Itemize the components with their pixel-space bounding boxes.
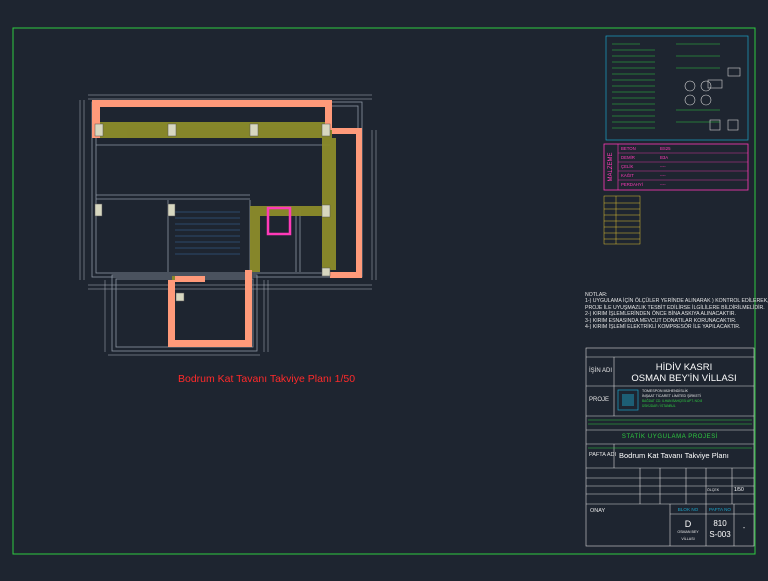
project-label: PROJE — [589, 397, 610, 403]
legend-panel — [605, 35, 749, 141]
note-line-1: 1-) UYGULAMA İÇİN ÖLÇÜLER YERİNDE ALINAR… — [585, 298, 768, 305]
notes-block: NOTLAR: 1-) UYGULAMA İÇİN ÖLÇÜLER YERİND… — [585, 292, 768, 331]
cad-drawing: MALZEME BETON BS25 DEMİR B3A ÇELİK ---- … — [12, 27, 756, 555]
firm-line3: BAĞDAT CD. ILHAN BAHÇESİ APT. NO:8 — [642, 399, 703, 403]
legend-lines — [612, 43, 720, 129]
job-name-line1: HİDİV KASRI — [655, 362, 713, 373]
sheet-no-value: 810 — [713, 519, 727, 528]
note-line-5: 4-) KIRIM İŞLEMİ ELEKTRİKLİ KOMPRESÖR İL… — [585, 324, 741, 331]
material-label-3: KAĞIT — [621, 173, 634, 178]
firm-line4: ÜSKÜDAR / İSTANBUL — [642, 404, 676, 408]
sheet-label: PAFTA ADI — [589, 452, 616, 458]
sheet-name: Bodrum Kat Tavanı Takviye Planı — [619, 451, 729, 460]
legend-symbols — [684, 67, 741, 131]
sheet-no-sub: S-003 — [709, 530, 731, 539]
block-no-value: D — [684, 519, 692, 529]
block-sub-1: OSMAN BEY — [677, 530, 699, 534]
block-sub-2: VİLLASI — [681, 537, 695, 541]
floor-plan — [79, 94, 377, 356]
plan-title: Bodrum Kat Tavanı Takviye Planı 1/50 — [178, 373, 356, 385]
firm-line1: TOMESPON MÜHENDİSLİK — [642, 389, 689, 393]
reinforcement-beams — [100, 122, 336, 282]
company-logo-mark — [622, 394, 634, 406]
material-label-4: PERDAHYİ — [621, 182, 643, 187]
section-title: STATİK UYGULAMA PROJESİ — [621, 434, 719, 440]
job-label: İŞİN ADI — [589, 368, 613, 374]
revision-value: - — [742, 525, 746, 532]
stair-hatch — [175, 211, 240, 255]
material-label-1: DEMİR — [621, 155, 635, 160]
material-table: MALZEME BETON BS25 DEMİR B3A ÇELİK ---- … — [603, 143, 749, 191]
material-value-3: ---- — [660, 173, 666, 178]
scale-label: ÖLÇEK — [707, 488, 720, 492]
material-value-0: BS25 — [660, 146, 671, 151]
approval-label: ONAY — [590, 508, 606, 514]
material-side-label: MALZEME — [608, 152, 614, 181]
firm-line2: İNŞAAT TİCARET LİMİTED ŞİRKETİ — [642, 394, 702, 398]
material-value-2: ---- — [660, 164, 666, 169]
steel-schedule-table — [603, 195, 641, 245]
existing-walls — [91, 101, 363, 352]
material-value-4: ---- — [660, 182, 666, 187]
material-label-0: BETON — [621, 146, 636, 151]
job-name-line2: OSMAN BEY'İN VİLLASI — [631, 373, 737, 384]
scale-value: 1/50 — [734, 487, 744, 493]
block-no-label: BLOK NO — [677, 507, 699, 512]
material-label-2: ÇELİK — [621, 164, 634, 169]
drawing-sheet: MALZEME BETON BS25 DEMİR B3A ÇELİK ---- … — [0, 0, 768, 576]
material-value-1: B3A — [660, 155, 668, 160]
sheet-no-label: PAFTA NO — [708, 507, 732, 512]
